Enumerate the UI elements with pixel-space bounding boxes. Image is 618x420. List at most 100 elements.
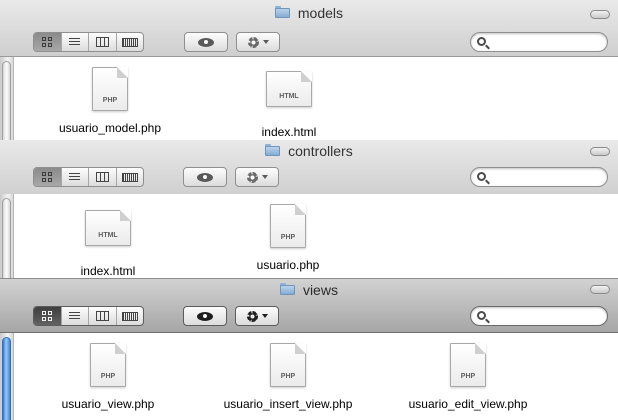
- icon-view-button[interactable]: [34, 168, 62, 186]
- file-item[interactable]: HTML index.html: [33, 210, 183, 278]
- quick-look-button[interactable]: [183, 306, 227, 326]
- list-view-button[interactable]: [62, 33, 89, 51]
- file-area: PHP usuario_view.php PHP usuario_insert_…: [0, 333, 618, 420]
- folder-icon: [280, 282, 296, 295]
- document-icon: PHP: [90, 343, 126, 387]
- cover-flow-button[interactable]: [117, 33, 144, 51]
- icon-view-icon: [42, 311, 53, 321]
- search-field[interactable]: [470, 32, 608, 52]
- document-icon: HTML: [85, 210, 131, 246]
- search-icon: [477, 172, 486, 181]
- cover-flow-icon: [121, 311, 138, 321]
- folder-icon: [265, 143, 281, 156]
- eye-icon: [197, 172, 213, 182]
- window-toolbar: controllers: [0, 140, 618, 197]
- icon-view-button[interactable]: [34, 307, 62, 325]
- file-name: usuario_view.php: [61, 397, 155, 411]
- file-item[interactable]: PHP usuario_model.php: [35, 67, 185, 135]
- file-item[interactable]: PHP usuario_edit_view.php: [393, 343, 543, 411]
- window-title: controllers: [0, 142, 618, 160]
- file-name: usuario_insert_view.php: [223, 397, 353, 411]
- quick-look-button[interactable]: [183, 167, 227, 187]
- scrollbar-thumb[interactable]: [2, 337, 11, 420]
- window-title-text: views: [302, 282, 338, 299]
- toolbar-toggle-button[interactable]: [590, 147, 610, 156]
- action-menu-button[interactable]: [235, 167, 279, 187]
- document-icon: PHP: [270, 343, 306, 387]
- column-view-button[interactable]: [89, 33, 117, 51]
- gear-icon: [246, 171, 258, 183]
- eye-icon: [198, 37, 214, 47]
- scrollbar[interactable]: [0, 333, 14, 420]
- scrollbar[interactable]: [0, 194, 14, 278]
- search-icon: [477, 311, 486, 320]
- list-view-icon: [69, 311, 81, 321]
- file-name: index.html: [261, 125, 317, 139]
- icon-view-button[interactable]: [34, 33, 62, 51]
- folder-icon: [274, 5, 290, 18]
- file-name: index.html: [80, 264, 136, 278]
- file-name: usuario.php: [256, 258, 320, 272]
- document-icon: PHP: [270, 204, 306, 248]
- cover-flow-button[interactable]: [117, 307, 144, 325]
- window-toolbar: models: [0, 0, 618, 57]
- finder-window-models: models PHP usuario_model.php HTML index.…: [0, 0, 618, 140]
- file-item[interactable]: PHP usuario.php: [213, 204, 363, 272]
- search-input[interactable]: [491, 169, 601, 185]
- document-icon: HTML: [266, 71, 312, 107]
- cover-flow-icon: [121, 172, 138, 182]
- search-input[interactable]: [491, 308, 601, 324]
- window-title: views: [0, 281, 618, 299]
- gear-icon: [246, 310, 258, 322]
- view-mode-control: [33, 32, 144, 52]
- toolbar-toggle-button[interactable]: [590, 285, 610, 294]
- document-icon: PHP: [92, 67, 128, 111]
- file-item[interactable]: PHP usuario_insert_view.php: [213, 343, 363, 411]
- chevron-down-icon: [261, 314, 268, 318]
- chevron-down-icon: [261, 175, 268, 179]
- chevron-down-icon: [262, 40, 269, 44]
- search-input[interactable]: [491, 34, 601, 50]
- quick-look-button[interactable]: [184, 32, 228, 52]
- scrollbar[interactable]: [0, 57, 14, 140]
- file-item[interactable]: PHP usuario_view.php: [33, 343, 183, 411]
- list-view-icon: [69, 172, 81, 182]
- list-view-button[interactable]: [62, 168, 89, 186]
- file-type-tag: PHP: [280, 373, 296, 380]
- window-title-text: models: [297, 5, 344, 22]
- search-icon: [477, 37, 486, 46]
- search-field[interactable]: [470, 306, 608, 326]
- window-title: models: [0, 4, 618, 22]
- action-menu-button[interactable]: [235, 306, 279, 326]
- file-type-tag: HTML: [98, 232, 118, 239]
- finder-window-controllers: controllers HTML index.html PHP usuario.…: [0, 140, 618, 278]
- icon-view-icon: [42, 172, 53, 182]
- file-name: usuario_model.php: [58, 121, 162, 135]
- file-type-tag: PHP: [100, 373, 116, 380]
- list-view-button[interactable]: [62, 307, 89, 325]
- column-view-icon: [95, 37, 109, 47]
- toolbar-toggle-button[interactable]: [590, 10, 610, 19]
- file-name: usuario_edit_view.php: [408, 397, 528, 411]
- cover-flow-button[interactable]: [117, 168, 144, 186]
- column-view-button[interactable]: [89, 168, 117, 186]
- document-icon: PHP: [450, 343, 486, 387]
- action-menu-button[interactable]: [236, 32, 280, 52]
- eye-icon: [197, 311, 213, 321]
- file-item[interactable]: HTML index.html: [214, 71, 364, 139]
- file-area: PHP usuario_model.php HTML index.html: [0, 57, 618, 140]
- column-view-button[interactable]: [89, 307, 117, 325]
- list-view-icon: [69, 37, 81, 47]
- view-mode-control: [33, 167, 144, 187]
- file-type-tag: PHP: [460, 373, 476, 380]
- view-mode-control: [33, 306, 144, 326]
- scrollbar-thumb[interactable]: [2, 198, 11, 278]
- search-field[interactable]: [470, 167, 608, 187]
- file-type-tag: HTML: [279, 93, 299, 100]
- file-type-tag: PHP: [280, 234, 296, 241]
- column-view-icon: [95, 172, 109, 182]
- window-title-text: controllers: [288, 143, 353, 160]
- column-view-icon: [95, 311, 109, 321]
- icon-view-icon: [42, 37, 53, 47]
- scrollbar-thumb[interactable]: [2, 61, 11, 140]
